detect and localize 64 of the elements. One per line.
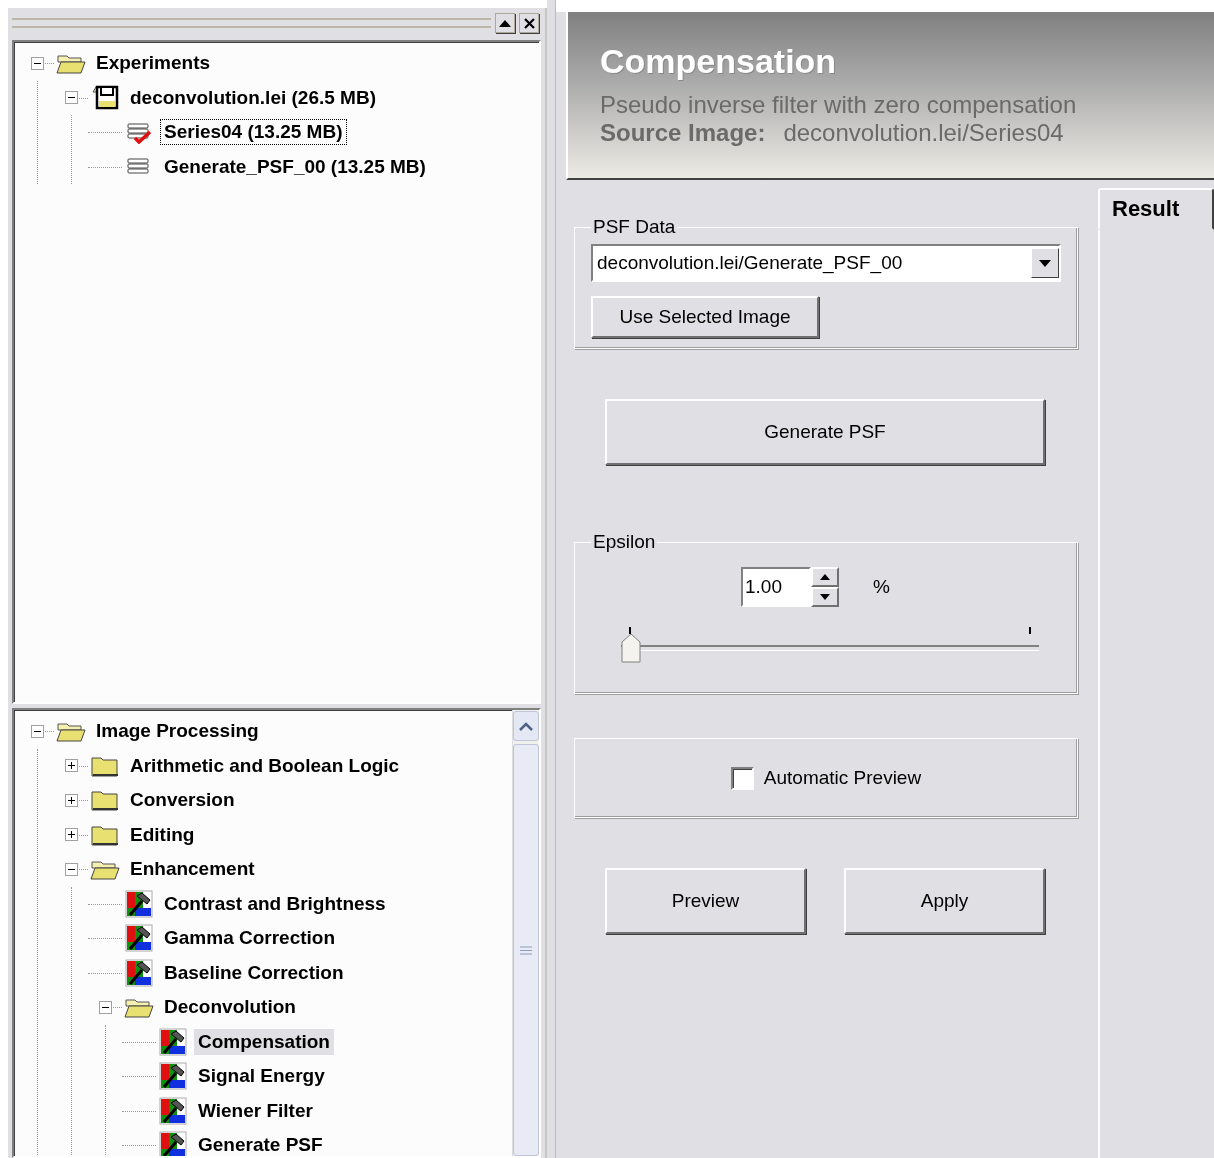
tab[interactable]: Result bbox=[1098, 188, 1214, 230]
scroll-up-button[interactable] bbox=[513, 711, 539, 741]
tree-item[interactable]: Series04 (13.25 MB) bbox=[160, 119, 347, 146]
unit-label: % bbox=[873, 576, 890, 598]
hammer-icon bbox=[159, 1096, 187, 1125]
collapse-icon[interactable] bbox=[64, 91, 78, 105]
tree-item[interactable]: Signal Energy bbox=[194, 1063, 329, 1090]
collapse-icon[interactable] bbox=[30, 56, 44, 70]
hammer-icon bbox=[125, 958, 153, 987]
caret-icon bbox=[1039, 259, 1051, 267]
tree-item[interactable]: Arithmetic and Boolean Logic bbox=[126, 752, 404, 779]
checkbox[interactable] bbox=[730, 766, 754, 790]
expand-icon[interactable] bbox=[64, 793, 78, 807]
floppy-disk-icon bbox=[90, 84, 120, 111]
source-label: Source Image: bbox=[600, 119, 766, 147]
tree-item[interactable]: Editing bbox=[126, 821, 199, 848]
group-label: Epsilon bbox=[592, 531, 657, 553]
grip-icon bbox=[520, 945, 532, 955]
tree-item[interactable]: Conversion bbox=[126, 787, 239, 814]
folder-icon bbox=[90, 788, 120, 813]
source-value: deconvolution.lei/Series04 bbox=[783, 119, 1064, 147]
tree-item[interactable]: Gamma Correction bbox=[160, 925, 340, 952]
generate-psf-button[interactable]: Generate PSF bbox=[605, 399, 1045, 465]
description: Pseudo inverse filter with zero compensation bbox=[600, 91, 1077, 119]
number-field[interactable]: 1.00 bbox=[741, 567, 811, 607]
up-chevron-icon bbox=[519, 721, 533, 731]
collapse-icon[interactable] bbox=[30, 724, 44, 738]
dropdown-button[interactable] bbox=[1031, 248, 1059, 278]
tree-item[interactable]: Image Processing bbox=[92, 718, 263, 745]
hammer-icon bbox=[125, 924, 153, 953]
hammer-icon bbox=[159, 1062, 187, 1091]
tree-item[interactable]: Enhancement bbox=[126, 856, 259, 883]
spin-down-button[interactable] bbox=[811, 587, 839, 607]
collapse-icon[interactable] bbox=[98, 1000, 112, 1014]
close-icon bbox=[523, 17, 535, 29]
expand-icon[interactable] bbox=[64, 828, 78, 842]
close-button[interactable] bbox=[519, 13, 539, 33]
tree-item[interactable]: Baseline Correction bbox=[160, 959, 348, 986]
collapse-button[interactable] bbox=[495, 13, 515, 33]
tree-item[interactable]: Generate PSF bbox=[194, 1132, 327, 1156]
hammer-icon bbox=[125, 889, 153, 918]
panel-title: Compensation bbox=[600, 42, 837, 81]
tree-item[interactable]: Compensation bbox=[194, 1028, 334, 1055]
tree-item[interactable]: Generate_PSF_00 (13.25 MB) bbox=[160, 153, 430, 180]
action-button[interactable]: Preview bbox=[605, 868, 806, 934]
collapse-icon[interactable] bbox=[64, 862, 78, 876]
down-arrow-icon bbox=[820, 594, 830, 600]
drag-handle[interactable] bbox=[12, 18, 491, 28]
slider-thumb[interactable] bbox=[621, 633, 641, 663]
action-button[interactable]: Apply bbox=[844, 868, 1045, 934]
use-selected-image-button[interactable]: Use Selected Image bbox=[591, 296, 819, 338]
tree-item[interactable]: Deconvolution bbox=[160, 994, 300, 1021]
up-arrow-icon bbox=[820, 574, 830, 580]
expand-icon[interactable] bbox=[64, 759, 78, 773]
hammer-icon bbox=[159, 1027, 187, 1056]
tree-item[interactable]: Contrast and Brightness bbox=[160, 890, 390, 917]
tree-item[interactable]: deconvolution.lei (26.5 MB) bbox=[126, 84, 380, 111]
tree-item[interactable]: Experiments bbox=[92, 50, 215, 77]
checkbox-label[interactable]: Automatic Preview bbox=[763, 767, 922, 789]
group-label: PSF Data bbox=[592, 216, 677, 238]
dropdown[interactable]: deconvolution.lei/Generate_PSF_00 bbox=[591, 244, 1061, 282]
up-arrow-icon bbox=[499, 19, 511, 27]
spin-up-button[interactable] bbox=[811, 567, 839, 587]
tree-item[interactable]: Wiener Filter bbox=[194, 1097, 317, 1124]
